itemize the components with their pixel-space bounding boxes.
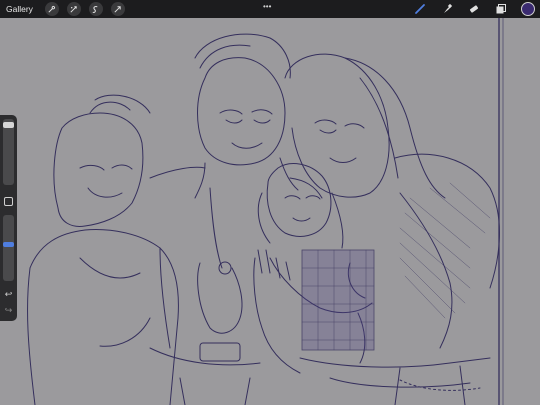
brush-size-thumb[interactable]	[3, 122, 14, 128]
adjustments-icon[interactable]	[66, 2, 81, 16]
sketch-artwork	[27, 17, 504, 405]
top-toolbar: Gallery •••	[0, 0, 540, 18]
gallery-button[interactable]: Gallery	[6, 4, 33, 14]
brush-size-slider[interactable]	[3, 119, 14, 185]
opacity-thumb[interactable]	[3, 242, 14, 247]
brush-icon[interactable]	[413, 2, 427, 16]
more-options-button[interactable]: •••	[263, 2, 271, 11]
drawing-canvas[interactable]	[0, 17, 540, 405]
wrench-icon[interactable]	[44, 2, 59, 16]
selection-icon[interactable]	[88, 2, 103, 16]
modify-button[interactable]	[4, 197, 13, 206]
left-sidebar: ↩ ↪	[0, 115, 17, 321]
opacity-slider[interactable]	[3, 215, 14, 281]
color-picker-button[interactable]	[521, 2, 535, 16]
procreate-app: Gallery ••• ↩ ↪	[0, 0, 540, 405]
transform-icon[interactable]	[110, 2, 125, 16]
smudge-icon[interactable]	[440, 2, 454, 16]
redo-icon[interactable]: ↪	[3, 305, 14, 316]
undo-icon[interactable]: ↩	[3, 289, 14, 300]
layers-icon[interactable]	[494, 2, 508, 16]
eraser-icon[interactable]	[467, 2, 481, 16]
